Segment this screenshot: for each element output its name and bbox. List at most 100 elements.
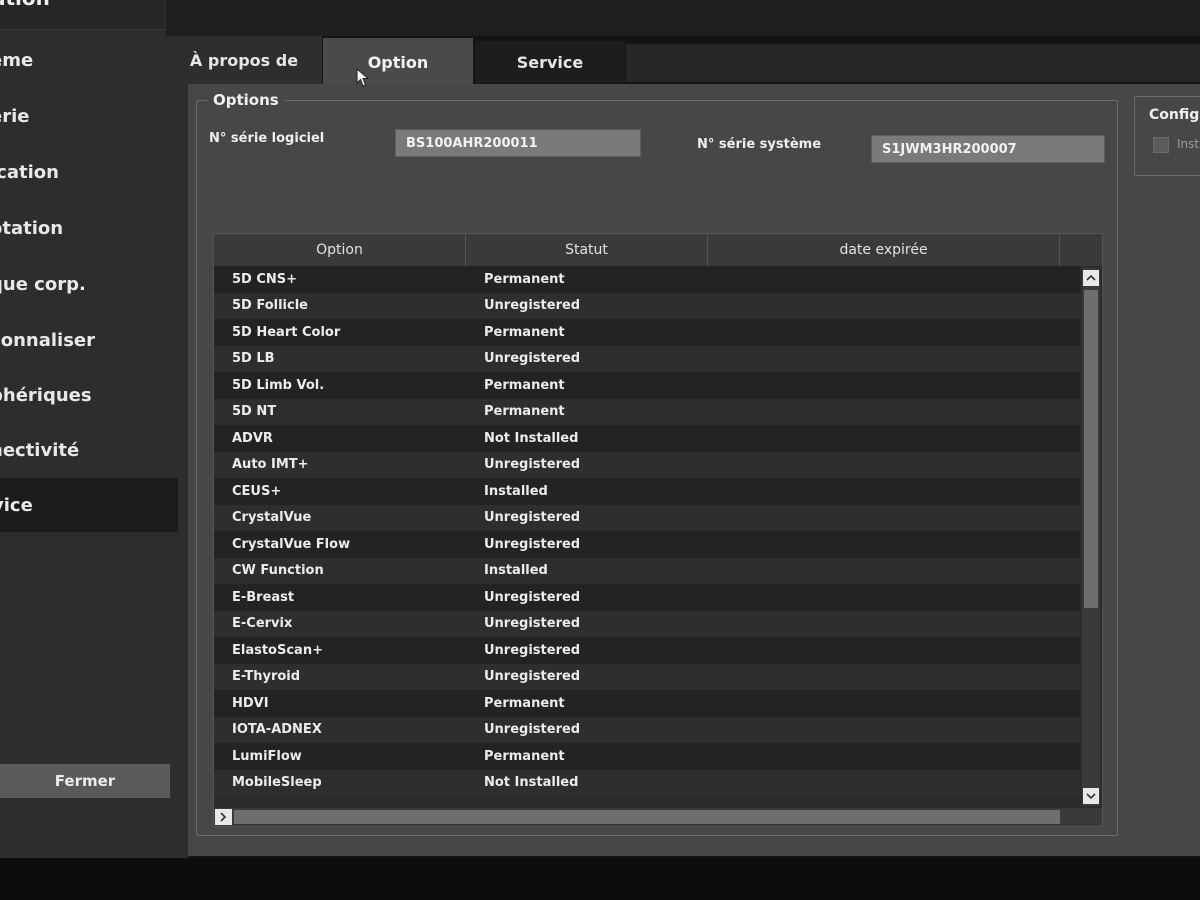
sidebar-item-label: ème: [0, 49, 34, 71]
sidebar-item-personalize[interactable]: sonnaliser: [0, 313, 168, 367]
option-status: Unregistered: [484, 642, 581, 658]
sidebar-item-system[interactable]: ème: [0, 33, 168, 87]
table-row[interactable]: CW Function Installed: [214, 557, 1080, 584]
options-group: Options N° série logiciel BS100AHR200011…: [196, 91, 1118, 836]
option-name: 5D LB: [232, 351, 275, 367]
system-serial-field[interactable]: S1JWM3HR200007: [871, 135, 1105, 163]
close-button[interactable]: Fermer: [0, 764, 170, 798]
sidebar-item-label: erie: [0, 105, 30, 127]
sidebar-item-label: phériques: [0, 384, 92, 406]
table-row[interactable]: HDVI Permanent: [214, 690, 1080, 717]
software-serial-field[interactable]: BS100AHR200011: [395, 129, 641, 157]
table-row[interactable]: 5D LB Unregistered: [214, 345, 1080, 372]
option-status: Unregistered: [484, 669, 581, 685]
sidebar-item-label: vice: [0, 494, 33, 516]
column-header-empty: [1060, 234, 1100, 266]
tab-service[interactable]: Service: [475, 41, 625, 83]
sidebar-item-series[interactable]: erie: [0, 89, 168, 143]
option-name: LumiFlow: [232, 748, 302, 764]
option-status: Unregistered: [484, 616, 581, 632]
option-name: MobileSleep: [232, 775, 322, 791]
sidebar-item-application[interactable]: ication: [0, 145, 168, 199]
options-table: Option Statut date expirée 5D CNS+ Perman…: [213, 233, 1103, 827]
chevron-down-icon[interactable]: [1083, 788, 1099, 804]
option-status: Unregistered: [484, 536, 581, 552]
option-name: HDVI: [232, 695, 269, 711]
tab-bar-background: [166, 0, 1200, 36]
column-header-status[interactable]: Statut: [466, 234, 708, 266]
option-name: E-Thyroid: [232, 669, 301, 685]
option-name: 5D Follicle: [232, 298, 308, 314]
table-row[interactable]: LumiFlow Permanent: [214, 743, 1080, 770]
screen: ation ème erie ication otation que corp.…: [0, 0, 1200, 900]
option-status: Permanent: [484, 377, 565, 393]
table-row[interactable]: E-Breast Unregistered: [214, 584, 1080, 611]
table-row[interactable]: 5D CNS+ Permanent: [214, 266, 1080, 293]
tab-about[interactable]: À propos de: [166, 36, 322, 84]
option-name: E-Breast: [232, 589, 295, 605]
vertical-scroll-thumb[interactable]: [1084, 290, 1098, 608]
table-row[interactable]: IOTA-ADNEX Unregistered: [214, 716, 1080, 743]
table-row[interactable]: 5D NT Permanent: [214, 398, 1080, 425]
option-name: ElastoScan+: [232, 642, 323, 658]
sidebar-item-label: que corp.: [0, 273, 86, 295]
option-name: E-Cervix: [232, 616, 293, 632]
sidebar-item-service[interactable]: vice: [0, 478, 178, 532]
table-row[interactable]: CrystalVue Unregistered: [214, 504, 1080, 531]
configuration-title: Configur: [1149, 107, 1200, 123]
table-row[interactable]: CrystalVue Flow Unregistered: [214, 531, 1080, 558]
option-status: Permanent: [484, 324, 565, 340]
chevron-right-icon[interactable]: [215, 809, 231, 825]
sidebar-item-label: otation: [0, 217, 64, 239]
option-status: Unregistered: [484, 510, 581, 526]
option-status: Not Installed: [484, 430, 579, 446]
sidebar: ation ème erie ication otation que corp.…: [0, 0, 188, 858]
option-name: Auto IMT+: [232, 457, 309, 473]
option-name: 5D Limb Vol.: [232, 377, 325, 393]
table-header: Option Statut date expirée: [214, 234, 1102, 266]
option-status: Permanent: [484, 695, 565, 711]
sidebar-item-peripherals[interactable]: phériques: [0, 368, 168, 422]
mouse-pointer-icon: [356, 68, 370, 87]
option-status: Not Installed: [484, 775, 579, 791]
table-row[interactable]: ADVR Not Installed: [214, 425, 1080, 452]
chevron-up-icon[interactable]: [1083, 270, 1099, 286]
table-row[interactable]: CEUS+ Installed: [214, 478, 1080, 505]
option-status: Permanent: [484, 271, 565, 287]
table-row[interactable]: E-Cervix Unregistered: [214, 610, 1080, 637]
sidebar-item-connectivity[interactable]: nectivité: [0, 423, 168, 477]
system-serial-label: N° série système: [697, 137, 822, 152]
table-row[interactable]: E-Thyroid Unregistered: [214, 663, 1080, 690]
sidebar-item-label: ication: [0, 161, 59, 183]
option-status: Installed: [484, 483, 548, 499]
install-checkbox[interactable]: [1153, 137, 1169, 153]
tab-option[interactable]: Option: [323, 38, 473, 86]
option-status: Unregistered: [484, 722, 581, 738]
sidebar-item-annotation[interactable]: otation: [0, 201, 168, 255]
software-serial-label: N° série logiciel: [209, 131, 325, 146]
option-status: Unregistered: [484, 589, 581, 605]
table-row[interactable]: 5D Heart Color Permanent: [214, 319, 1080, 346]
table-row[interactable]: MobileSleep Not Installed: [214, 769, 1080, 796]
column-header-option[interactable]: Option: [214, 234, 466, 266]
vertical-scrollbar[interactable]: [1082, 268, 1100, 806]
option-status: Permanent: [484, 748, 565, 764]
option-name: CrystalVue: [232, 510, 312, 526]
horizontal-scroll-thumb[interactable]: [234, 810, 1060, 824]
option-status: Permanent: [484, 404, 565, 420]
sidebar-item-label: sonnaliser: [0, 329, 95, 351]
sidebar-item-body-mark[interactable]: que corp.: [0, 257, 168, 311]
option-status: Unregistered: [484, 457, 581, 473]
column-header-expiry[interactable]: date expirée: [708, 234, 1060, 266]
table-body: 5D CNS+ Permanent 5D Follicle Unregistered…: [214, 266, 1080, 806]
screen-bottom-edge: [0, 858, 1200, 900]
option-name: CEUS+: [232, 483, 282, 499]
table-row[interactable]: ElastoScan+ Unregistered: [214, 637, 1080, 664]
table-row[interactable]: 5D Follicle Unregistered: [214, 292, 1080, 319]
option-name: 5D Heart Color: [232, 324, 341, 340]
option-status: Installed: [484, 563, 548, 579]
table-row[interactable]: Auto IMT+ Unregistered: [214, 451, 1080, 478]
horizontal-scrollbar[interactable]: [214, 808, 1102, 826]
option-panel: Options N° série logiciel BS100AHR200011…: [188, 84, 1200, 856]
table-row[interactable]: 5D Limb Vol. Permanent: [214, 372, 1080, 399]
